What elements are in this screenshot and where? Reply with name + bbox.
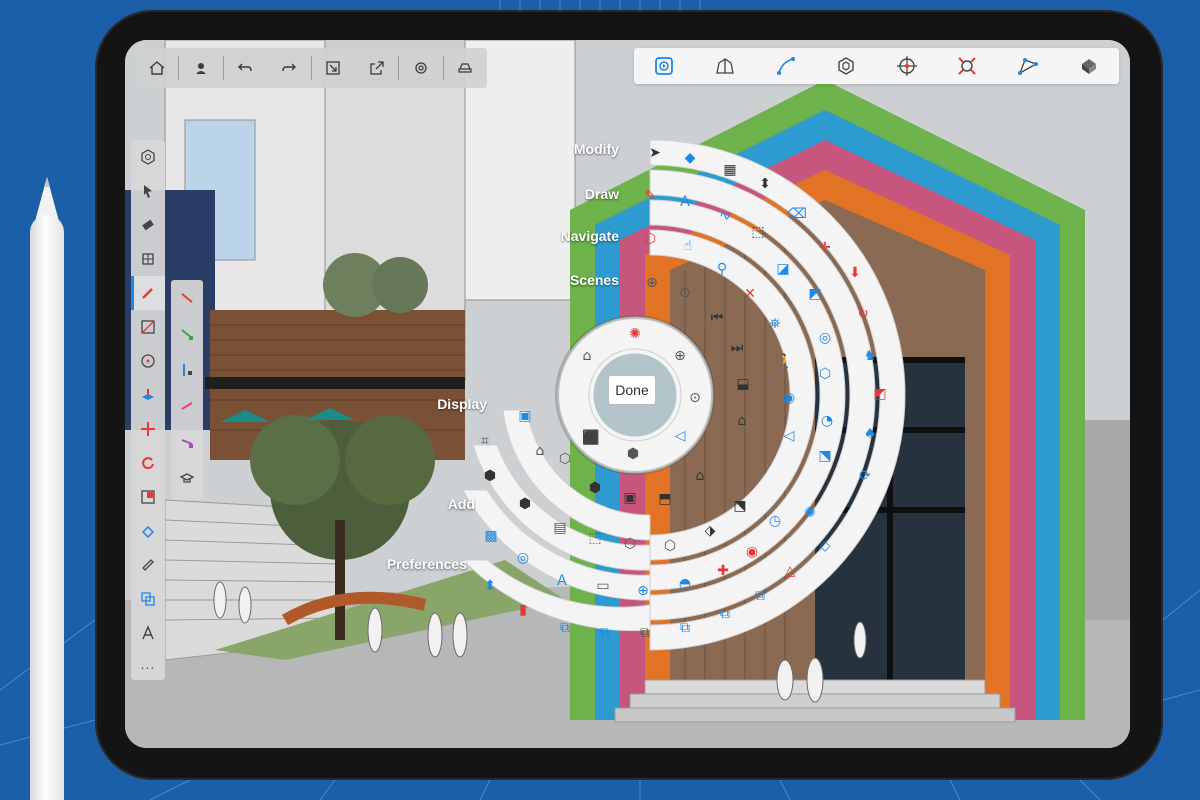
svg-text:◁: ◁ xyxy=(675,428,686,444)
svg-text:⬚: ⬚ xyxy=(751,224,764,240)
svg-text:◆: ◆ xyxy=(685,150,696,166)
svg-text:◎: ◎ xyxy=(819,330,831,346)
svg-text:⚲: ⚲ xyxy=(717,261,727,277)
svg-text:◉: ◉ xyxy=(783,390,795,406)
svg-text:✺: ✺ xyxy=(629,326,641,342)
svg-text:⬢: ⬢ xyxy=(484,468,496,484)
svg-text:⧉: ⧉ xyxy=(720,606,730,622)
svg-text:⬇: ⬇ xyxy=(849,265,861,281)
svg-text:◇: ◇ xyxy=(820,538,831,554)
svg-text:✎: ✎ xyxy=(644,188,656,204)
svg-text:⬓: ⬓ xyxy=(736,376,749,392)
svg-text:⬢: ⬢ xyxy=(519,496,531,512)
svg-text:⬍: ⬍ xyxy=(484,578,496,594)
svg-text:🚶: 🚶 xyxy=(776,353,793,370)
svg-text:☝: ☝ xyxy=(684,238,693,254)
svg-text:✛: ✛ xyxy=(819,240,831,256)
svg-text:⌫: ⌫ xyxy=(787,206,807,222)
svg-text:✚: ✚ xyxy=(717,563,729,579)
svg-text:♠: ♠ xyxy=(864,426,877,442)
svg-text:Ａ: Ａ xyxy=(555,573,569,589)
svg-text:⧉: ⧉ xyxy=(680,620,690,636)
svg-text:⌂: ⌂ xyxy=(738,413,747,429)
svg-text:▭: ▭ xyxy=(596,578,609,594)
svg-text:⬡: ⬡ xyxy=(819,366,831,382)
svg-text:▦: ▦ xyxy=(723,162,736,178)
svg-text:⛯: ⛯ xyxy=(769,316,780,332)
svg-text:◁: ◁ xyxy=(784,428,795,444)
svg-text:⧉: ⧉ xyxy=(640,625,650,641)
apple-pencil xyxy=(30,215,64,800)
svg-text:⏮: ⏮ xyxy=(711,310,724,326)
svg-text:⧉: ⧉ xyxy=(560,620,570,636)
svg-text:⬔: ⬔ xyxy=(818,448,831,464)
svg-text:∿: ∿ xyxy=(719,208,731,224)
svg-text:⬗: ⬗ xyxy=(705,523,716,539)
svg-text:◩: ◩ xyxy=(808,286,821,302)
svg-text:▤: ▤ xyxy=(553,520,566,536)
category-draw-label[interactable]: Draw xyxy=(519,186,619,202)
svg-text:⧉: ⧉ xyxy=(755,588,765,604)
svg-text:△: △ xyxy=(785,563,796,579)
svg-text:⬢: ⬢ xyxy=(589,480,601,496)
svg-text:◷: ◷ xyxy=(769,513,781,529)
svg-text:♞: ♞ xyxy=(864,348,877,364)
category-display-label[interactable]: Display xyxy=(387,396,487,412)
svg-text:▣: ▣ xyxy=(518,408,531,424)
svg-text:▣: ▣ xyxy=(623,490,636,506)
category-modify-label[interactable]: Modify xyxy=(519,141,619,157)
svg-text:⬔: ⬔ xyxy=(733,498,746,514)
svg-text:▩: ▩ xyxy=(484,528,497,544)
svg-text:Ａ: Ａ xyxy=(678,194,692,210)
svg-text:✕: ✕ xyxy=(744,286,756,302)
svg-text:⧉: ⧉ xyxy=(600,625,610,641)
svg-text:◔: ◔ xyxy=(821,413,833,429)
svg-text:⏭: ⏭ xyxy=(731,340,744,356)
svg-text:↻: ↻ xyxy=(857,306,869,322)
category-preferences-label[interactable]: Preferences xyxy=(367,556,467,572)
svg-text:✺: ✺ xyxy=(804,505,816,521)
svg-text:⬢: ⬢ xyxy=(627,446,639,462)
svg-text:◩: ◩ xyxy=(873,386,886,402)
svg-text:⊕: ⊕ xyxy=(637,583,649,599)
svg-text:⬍: ⬍ xyxy=(759,176,771,192)
svg-text:⌂: ⌂ xyxy=(536,443,545,459)
app-screen: ... ➤ ◆ ▦ ⬍ ✎ Ａ ∿ ⬚ ⌫ ✛ ⬡ ☝ ⚲ ✕ ◪ ◩ ⬇ ↻ … xyxy=(125,40,1130,748)
svg-text:⬚: ⬚ xyxy=(588,530,601,546)
svg-text:⬒: ⬒ xyxy=(658,491,671,507)
svg-text:⌂: ⌂ xyxy=(583,348,592,364)
svg-text:◪: ◪ xyxy=(776,261,789,277)
svg-text:⊙: ⊙ xyxy=(689,390,701,406)
svg-text:◉: ◉ xyxy=(746,544,758,560)
svg-text:⊕: ⊕ xyxy=(646,275,658,291)
svg-text:➤: ➤ xyxy=(649,145,661,161)
svg-text:⊕: ⊕ xyxy=(674,348,686,364)
svg-text:⊙: ⊙ xyxy=(679,285,691,301)
svg-text:⬡: ⬡ xyxy=(624,536,636,552)
category-add-label[interactable]: Add xyxy=(375,496,475,512)
svg-text:⌂: ⌂ xyxy=(696,468,705,484)
category-scenes-label[interactable]: Scenes xyxy=(519,272,619,288)
svg-text:⟳: ⟳ xyxy=(859,468,871,484)
svg-text:⌗: ⌗ xyxy=(481,433,489,449)
svg-text:◎: ◎ xyxy=(517,550,529,566)
svg-text:⬡: ⬡ xyxy=(644,231,656,247)
category-navigate-label[interactable]: Navigate xyxy=(519,228,619,244)
svg-text:▮: ▮ xyxy=(519,602,527,618)
svg-text:⬛: ⬛ xyxy=(582,429,599,446)
svg-text:◓: ◓ xyxy=(679,576,691,592)
svg-text:⬡: ⬡ xyxy=(559,451,571,467)
done-button[interactable]: Done xyxy=(608,375,656,405)
svg-text:⬡: ⬡ xyxy=(664,538,676,554)
